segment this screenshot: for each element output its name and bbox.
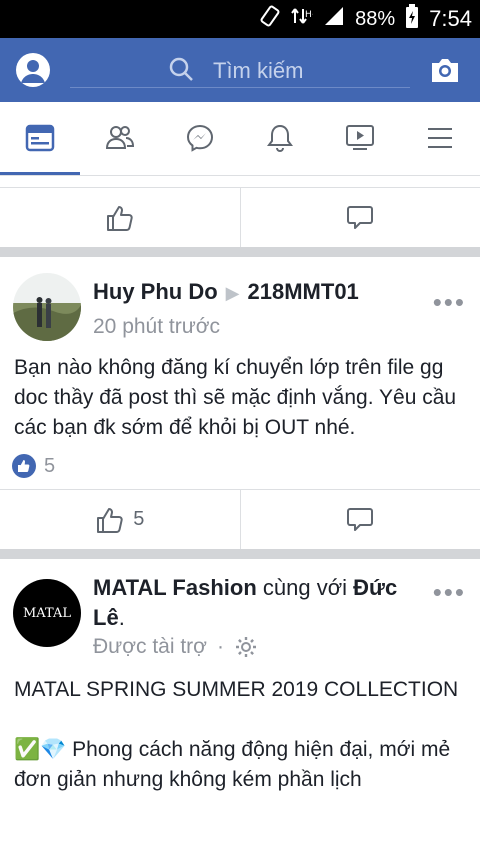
tab-friends[interactable] <box>80 102 160 174</box>
post-text-line: ✅💎 Phong cách năng động hiện đại, mới mẻ… <box>14 738 451 791</box>
group-name[interactable]: 218MMT01 <box>248 279 359 304</box>
sponsored-label[interactable]: Được tài trợ <box>93 635 207 659</box>
app-header: Tìm kiếm <box>0 38 480 102</box>
like-button[interactable] <box>0 188 240 247</box>
author-avatar[interactable] <box>13 273 81 341</box>
status-bar: H+ 88% 7:54 <box>0 0 480 38</box>
tab-watch[interactable] <box>320 102 400 174</box>
comment-icon <box>347 205 374 229</box>
comment-button[interactable] <box>241 188 480 247</box>
feed-separator <box>0 247 480 257</box>
tab-bar <box>0 102 480 176</box>
search-icon <box>168 56 194 87</box>
separator-dot: · <box>216 635 224 658</box>
post-options-button[interactable]: ••• <box>433 577 466 608</box>
battery-level: 88% <box>355 7 396 30</box>
post-author-line: MATAL Fashion cùng với Đức Lê. <box>93 573 433 633</box>
page-avatar[interactable]: MATAL <box>13 579 81 647</box>
author-name[interactable]: Huy Phu Do <box>93 279 218 304</box>
like-button[interactable]: 5 <box>0 490 240 549</box>
tab-notifications[interactable] <box>240 102 320 174</box>
friends-icon <box>105 126 135 149</box>
comment-button[interactable] <box>241 490 480 549</box>
tab-menu[interactable] <box>400 102 480 174</box>
signal-icon <box>323 5 345 33</box>
camera-icon <box>432 59 458 82</box>
watch-video-icon <box>346 125 374 150</box>
previous-post-actions <box>0 187 480 247</box>
reaction-count: 5 <box>44 454 56 477</box>
battery-icon <box>405 4 419 34</box>
period: . <box>118 605 125 630</box>
feed-post: Huy Phu Do ▶ 218MMT01 20 phút trước ••• Bạ… <box>0 257 480 549</box>
share-arrow-icon: ▶ <box>225 283 240 303</box>
menu-icon <box>428 128 452 148</box>
thumbs-up-icon <box>97 507 123 533</box>
tab-messenger[interactable] <box>160 102 240 174</box>
sponsored-post: MATAL MATAL Fashion cùng với Đức Lê. •••… <box>0 559 480 795</box>
post-author-line: Huy Phu Do ▶ 218MMT01 <box>93 279 359 305</box>
news-feed: Huy Phu Do ▶ 218MMT01 20 phút trước ••• Bạ… <box>0 177 480 854</box>
thumbs-up-icon <box>106 205 133 231</box>
post-timestamp[interactable]: 20 phút trước <box>93 315 220 339</box>
post-text: MATAL SPRING SUMMER 2019 COLLECTION ✅💎 P… <box>0 667 480 795</box>
rotate-icon <box>259 5 281 33</box>
feed-separator <box>0 549 480 559</box>
bell-icon <box>267 124 293 152</box>
comment-icon <box>347 507 374 531</box>
matal-logo: MATAL <box>23 605 71 621</box>
search-placeholder: Tìm kiếm <box>213 58 304 83</box>
camera-button[interactable] <box>429 54 461 86</box>
reaction-summary[interactable]: 5 <box>0 443 480 489</box>
with-text: cùng với <box>256 575 354 600</box>
gear-icon[interactable] <box>234 635 258 659</box>
avatar-photo <box>13 273 81 341</box>
search-input[interactable]: Tìm kiếm <box>70 52 410 88</box>
post-text: Bạn nào không đăng kí chuyển lớp trên fi… <box>14 356 457 439</box>
post-actions: 5 <box>0 489 480 549</box>
data-h-plus-icon: H+ <box>291 5 319 33</box>
post-text-line: MATAL SPRING SUMMER 2019 COLLECTION <box>14 678 459 701</box>
news-feed-icon <box>25 124 55 152</box>
svg-text:H+: H+ <box>305 10 313 20</box>
post-options-button[interactable]: ••• <box>433 287 466 318</box>
clock: 7:54 <box>429 6 472 31</box>
tab-news-feed[interactable] <box>0 102 80 175</box>
profile-avatar-button[interactable] <box>16 53 50 87</box>
like-reaction-icon <box>12 454 36 478</box>
sponsored-line: Được tài trợ · <box>93 635 258 659</box>
like-count: 5 <box>133 508 145 530</box>
messenger-icon <box>186 124 214 152</box>
page-name[interactable]: MATAL Fashion <box>93 575 257 600</box>
user-icon <box>21 60 45 83</box>
